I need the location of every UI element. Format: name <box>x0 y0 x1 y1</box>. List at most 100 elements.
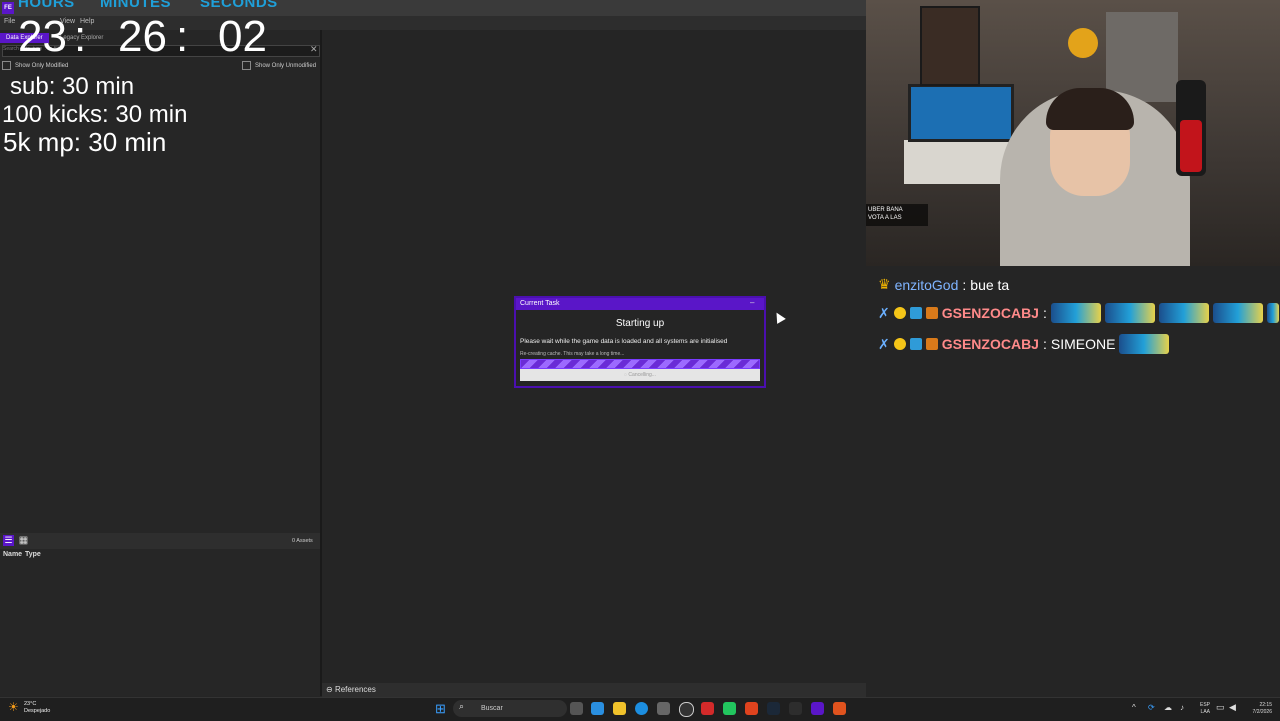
start-icon[interactable]: ⊞ <box>435 701 446 717</box>
task-view-icon[interactable] <box>570 702 583 715</box>
asset-count: 0 Assets <box>292 538 313 544</box>
chat-colon: : <box>1042 305 1047 321</box>
checkbox-icon <box>2 61 11 70</box>
file-explorer-icon[interactable] <box>613 702 626 715</box>
timer-separator: : <box>176 12 189 61</box>
checkbox-icon <box>242 61 251 70</box>
clock[interactable]: 22:15 7/2/2026 <box>1240 702 1272 716</box>
app-active-icon[interactable] <box>833 702 846 715</box>
tray-icon[interactable]: ⟳ <box>1148 703 1155 712</box>
rule-mp: 5k mp: 30 min <box>3 127 167 157</box>
copilot-icon[interactable] <box>591 702 604 715</box>
emote-icon <box>1158 303 1209 323</box>
obs-icon[interactable] <box>723 702 736 715</box>
menu-file[interactable]: File <box>4 18 15 25</box>
sub-badge-icon <box>925 338 938 350</box>
timer-hours: 23 <box>18 12 67 61</box>
microphone-light <box>1180 120 1202 172</box>
dialog-heading: Starting up <box>615 318 665 329</box>
streamer-hair <box>1046 88 1134 130</box>
cancel-label: Cancelling... <box>628 372 656 378</box>
list-view-icon[interactable]: ☰ <box>3 535 14 546</box>
show-only-modified-label: Show Only Modified <box>15 62 69 69</box>
cancel-button[interactable]: ◌ Cancelling... <box>520 369 760 381</box>
chat-username: enzitoGod <box>894 276 959 293</box>
column-type[interactable]: Type <box>25 551 41 558</box>
lang-top: ESP <box>1199 702 1210 708</box>
straw-hat <box>1068 28 1098 58</box>
search-icon: ⌕ <box>459 701 465 711</box>
mouse-cursor-icon <box>772 310 786 324</box>
collapse-icon: ⊖ <box>326 685 335 694</box>
progress-bar <box>520 359 760 369</box>
dialog-sub-message: Re-creating cache. This may take a long … <box>520 351 625 357</box>
sword-icon: ✗ <box>878 304 890 321</box>
show-only-modified-checkbox[interactable]: Show Only Modified <box>2 61 68 70</box>
app-icon[interactable] <box>701 702 714 715</box>
fe-icon[interactable] <box>789 702 802 715</box>
crown-icon: ♛ <box>878 276 891 292</box>
weather-icon[interactable]: ☀ <box>8 700 19 714</box>
chat-text: SIMEONE <box>1050 336 1116 352</box>
fe-active-icon[interactable] <box>811 702 824 715</box>
timer-seconds: 02 <box>218 12 267 61</box>
mic-tray-icon[interactable]: ♪ <box>1180 703 1184 712</box>
steam-icon[interactable] <box>767 702 780 715</box>
tv-screen <box>908 84 1014 142</box>
search-label: Buscar <box>481 705 503 712</box>
edge-icon[interactable] <box>635 702 648 715</box>
chat-colon: : <box>962 276 967 293</box>
close-icon[interactable]: ✕ <box>310 44 318 55</box>
github-icon[interactable] <box>679 702 694 717</box>
emote-icon <box>1212 303 1263 323</box>
tv-stand <box>904 140 1014 184</box>
overlay-line-2: VOTA A LAS <box>868 215 902 221</box>
emote-icon <box>1266 303 1279 323</box>
dialog-title: Current Task <box>516 298 764 310</box>
chat-username: GSENZOCABJ <box>941 305 1039 321</box>
sword-icon: ✗ <box>878 335 890 352</box>
taskbar-search[interactable]: Buscar <box>453 700 567 717</box>
chat-text: bue ta <box>970 276 1010 293</box>
emote-icon <box>1050 303 1101 323</box>
badge-icon <box>893 307 906 319</box>
weather-temp: 23°C <box>24 701 37 707</box>
tray-icon[interactable]: ☁ <box>1164 703 1172 712</box>
overlay-line-1: UBER BANA <box>868 207 903 213</box>
hanging-figure <box>1106 12 1178 102</box>
references-bar[interactable]: ⊖ References <box>322 683 866 697</box>
lang-bottom: LAA <box>1200 709 1210 715</box>
volume-icon[interactable]: ◀ <box>1229 702 1236 713</box>
chat-username: GSENZOCABJ <box>941 336 1039 352</box>
timer-separator: : <box>74 12 87 61</box>
weather-widget[interactable]: 23°C Despejado <box>24 701 50 715</box>
stream-overlay-text: UBER BANA VOTA A LAS <box>866 204 928 226</box>
chat-message: ♛ enzitoGod: bue ta <box>878 276 1009 293</box>
timer-minutes-label: MINUTES <box>100 0 171 11</box>
timer-seconds-label: SECONDS <box>200 0 278 11</box>
weather-text: Despejado <box>24 708 51 714</box>
chat-message: ✗ GSENZOCABJ: <box>878 303 1279 323</box>
rule-sub: sub: 30 min <box>10 73 135 100</box>
rule-kicks: 100 kicks: 30 min <box>2 101 188 128</box>
dialog-message: Please wait while the game data is loade… <box>520 338 728 345</box>
assets-toolbar <box>0 533 320 549</box>
store-icon[interactable] <box>657 702 670 715</box>
timer-hours-label: HOURS <box>18 0 75 11</box>
gem-icon <box>909 307 922 319</box>
chat-message: ✗ GSENZOCABJ: SIMEONE <box>878 334 1170 354</box>
clock-time: 22:15 <box>1259 702 1272 708</box>
column-name[interactable]: Name <box>3 551 22 558</box>
grid-view-icon[interactable]: ▦ <box>18 535 29 546</box>
poster-frame <box>920 6 980 86</box>
language-indicator[interactable]: ESP LAA <box>1196 702 1210 716</box>
show-only-unmodified-checkbox[interactable]: Show Only Unmodified <box>242 61 316 70</box>
current-task-dialog: Current Task – Starting up Please wait w… <box>514 296 766 388</box>
emote-icon <box>1119 334 1170 354</box>
gem-icon <box>909 338 922 350</box>
minimize-icon[interactable]: – <box>750 298 754 307</box>
chevron-up-icon[interactable]: ^ <box>1132 703 1136 712</box>
network-icon[interactable]: ▭ <box>1216 702 1225 713</box>
brave-icon[interactable] <box>745 702 758 715</box>
asset-column-header: Name Type <box>0 549 320 561</box>
